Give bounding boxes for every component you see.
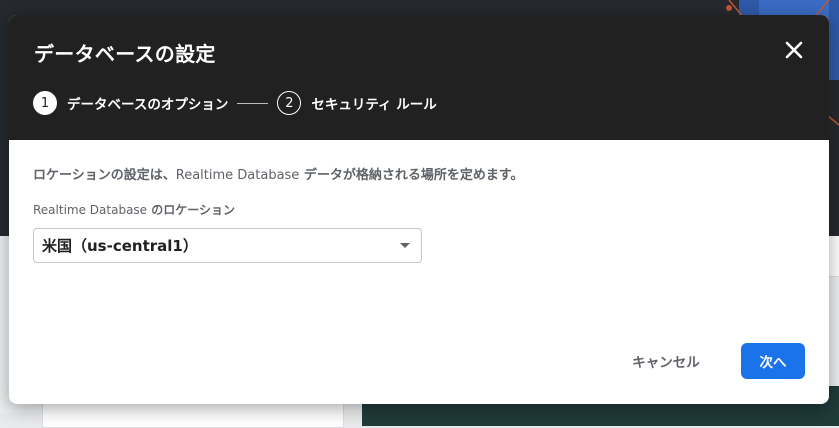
step-1-label: データベースのオプション <box>67 97 229 113</box>
dialog-header: データベースの設定 1 データベースのオプション 2 セキュリティ ルール <box>9 15 829 140</box>
cancel-button[interactable]: キャンセル <box>621 343 711 379</box>
description-text-1: ロケーションの設定は、 <box>33 168 176 183</box>
location-select-value: 米国（us-central1） <box>42 237 198 255</box>
close-icon <box>785 41 803 59</box>
step-2-label: セキュリティ ルール <box>311 97 437 113</box>
field-label-product: Realtime Database <box>33 203 148 217</box>
step-2-number: 2 <box>277 91 302 115</box>
stepper: 1 データベースのオプション 2 セキュリティ ルール <box>33 90 437 116</box>
dialog-body: ロケーションの設定は、Realtime Database データが格納される場所… <box>9 140 829 404</box>
step-1-number: 1 <box>33 91 57 115</box>
next-button[interactable]: 次へ <box>741 343 805 379</box>
location-select[interactable]: 米国（us-central1） <box>33 228 422 263</box>
description-product: Realtime Database <box>175 168 300 183</box>
location-description: ロケーションの設定は、Realtime Database データが格納される場所… <box>33 164 524 183</box>
database-setup-dialog: データベースの設定 1 データベースのオプション 2 セキュリティ ルール ロケ… <box>9 15 829 404</box>
step-connector <box>237 102 269 104</box>
close-button[interactable] <box>783 39 805 61</box>
dialog-title: データベースの設定 <box>34 42 216 66</box>
dropdown-arrow-icon <box>400 243 410 248</box>
location-field-label: Realtime Database のロケーション <box>33 201 235 218</box>
field-label-suffix: のロケーション <box>147 203 236 217</box>
description-text-2: データが格納される場所を定めます。 <box>299 168 524 183</box>
